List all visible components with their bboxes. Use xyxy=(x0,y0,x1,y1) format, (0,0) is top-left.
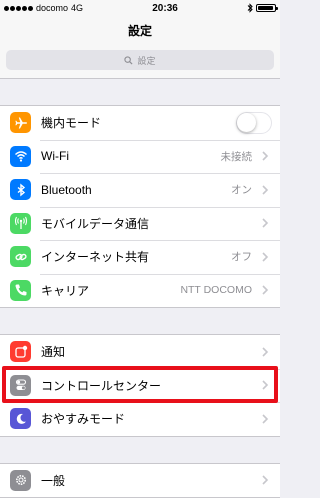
search-field[interactable]: 設定 xyxy=(6,50,274,70)
settings-row-bluetooth[interactable]: Bluetooth オン xyxy=(0,173,280,207)
search-icon xyxy=(124,55,133,65)
status-bar: docomo 4G 20:36 xyxy=(0,0,280,16)
connectivity-group: 機内モード Wi-Fi 未接続 Bluetooth オン モバイルデータ通信 インターネット… xyxy=(0,105,280,308)
row-value: オフ xyxy=(231,251,252,264)
search-placeholder: 設定 xyxy=(137,55,156,66)
row-label: キャリア xyxy=(41,283,90,298)
settings-row-airplane[interactable]: 機内モード xyxy=(0,106,280,140)
row-value: オン xyxy=(231,184,252,197)
bluetooth-status-icon xyxy=(247,3,253,13)
search-area: 設定 xyxy=(0,46,280,79)
row-label: 機内モード xyxy=(41,116,102,131)
settings-row-wifi[interactable]: Wi-Fi 未接続 xyxy=(0,139,280,174)
settings-row-control-center[interactable]: コントロールセンター xyxy=(0,368,280,403)
notifications-group: 通知コントロールセンター おやすみモード xyxy=(0,334,280,437)
hotspot-icon xyxy=(10,246,31,268)
battery-icon xyxy=(256,4,278,12)
settings-row-hotspot[interactable]: インターネット共有 オフ xyxy=(0,240,280,274)
chevron-right-icon xyxy=(262,475,269,485)
chevron-right-icon xyxy=(262,185,269,195)
chevron-right-icon xyxy=(262,347,269,357)
toggle-knob xyxy=(237,112,256,132)
gear-icon xyxy=(10,469,31,491)
moon-icon xyxy=(10,408,31,430)
row-value: NTT DOCOMO xyxy=(180,284,252,297)
chevron-right-icon xyxy=(262,285,269,295)
chevron-right-icon xyxy=(262,151,269,161)
chevron-right-icon xyxy=(262,380,269,390)
status-left: docomo 4G xyxy=(4,3,83,13)
row-label: 一般 xyxy=(41,473,66,488)
bluetooth-icon xyxy=(10,179,31,201)
network-type: 4G xyxy=(71,3,84,13)
settings-row-gear[interactable]: 一般 xyxy=(0,464,280,498)
row-label: Wi-Fi xyxy=(41,149,69,164)
row-label: コントロールセンター xyxy=(41,378,162,393)
control-center-icon xyxy=(10,374,31,396)
carrier-name: docomo xyxy=(36,3,69,13)
chevron-right-icon xyxy=(262,218,269,228)
page-title: 設定 xyxy=(127,24,152,38)
phone-icon xyxy=(10,279,31,301)
airplane-mode-toggle[interactable] xyxy=(236,111,272,134)
row-label: Bluetooth xyxy=(41,182,92,197)
clock: 20:36 xyxy=(152,2,178,14)
row-label: おやすみモード xyxy=(41,412,126,427)
settings-row-notifications[interactable]: 通知 xyxy=(0,335,280,369)
row-label: インターネット共有 xyxy=(41,250,150,265)
row-label: 通知 xyxy=(41,345,66,360)
cellular-icon xyxy=(10,212,31,234)
airplane-icon xyxy=(10,112,31,134)
settings-row-phone[interactable]: キャリア NTT DOCOMO xyxy=(0,273,280,308)
settings-row-cellular[interactable]: モバイルデータ通信 xyxy=(0,206,280,241)
notifications-icon xyxy=(10,341,31,363)
row-value: 未接続 xyxy=(220,150,253,163)
navigation-bar: 設定 xyxy=(0,16,280,46)
chevron-right-icon xyxy=(262,414,269,424)
settings-row-moon[interactable]: おやすみモード xyxy=(0,402,280,436)
general-group: 一般 xyxy=(0,462,280,498)
signal-dots-icon xyxy=(4,5,33,11)
row-label: モバイルデータ通信 xyxy=(41,216,150,231)
status-right xyxy=(247,3,278,13)
wifi-icon xyxy=(10,145,31,167)
chevron-right-icon xyxy=(262,252,269,262)
